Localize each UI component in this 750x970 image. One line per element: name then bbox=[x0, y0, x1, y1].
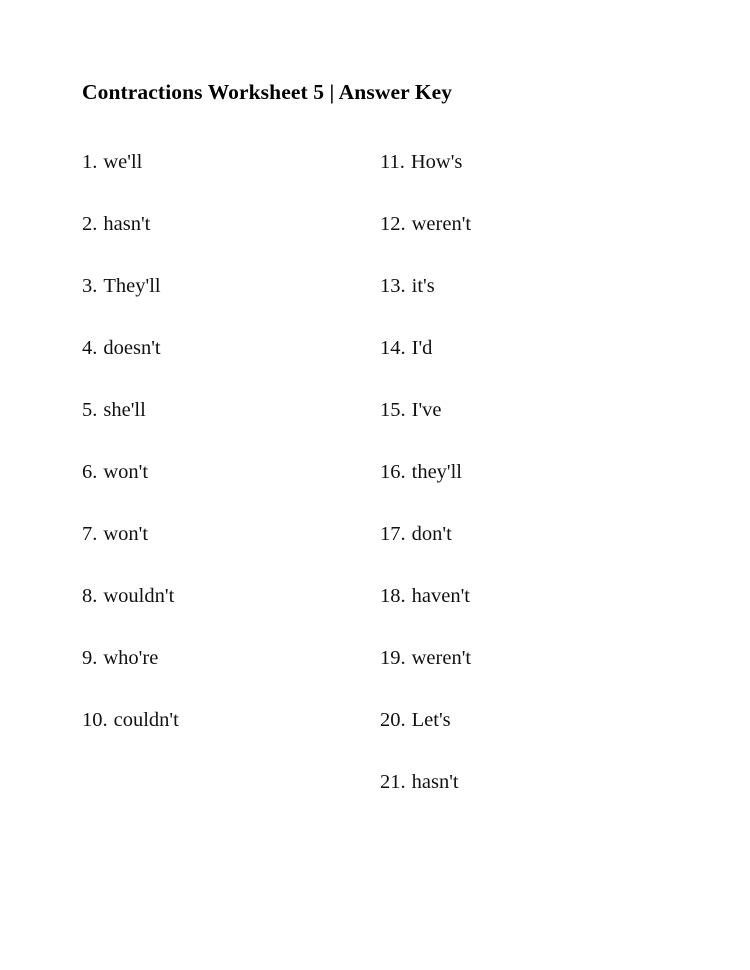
answer-item: 17. don't bbox=[380, 520, 680, 582]
page-title: Contractions Worksheet 5 | Answer Key bbox=[82, 80, 453, 104]
answer-text: hasn't bbox=[411, 771, 459, 793]
answer-number: 10. bbox=[82, 709, 108, 731]
answer-text: weren't bbox=[411, 647, 472, 669]
answer-column-right: 11. How's 12. weren't 13. it's 14. I'd 15. I've 16… bbox=[380, 148, 680, 830]
answer-text: I'd bbox=[411, 337, 433, 359]
worksheet-page: Contractions Worksheet 5 | Answer Key 1.… bbox=[0, 0, 750, 970]
answer-item: 3. They'll bbox=[82, 272, 362, 334]
answer-item: 15. I've bbox=[380, 396, 680, 458]
answer-number: 11. bbox=[380, 151, 405, 173]
answer-number: 4. bbox=[82, 337, 98, 359]
answer-item: 13. it's bbox=[380, 272, 680, 334]
answer-number: 3. bbox=[82, 275, 98, 297]
answer-text: couldn't bbox=[113, 709, 179, 731]
answer-item: 4. doesn't bbox=[82, 334, 362, 396]
answer-item: 1. we'll bbox=[82, 148, 362, 210]
answer-item: 18. haven't bbox=[380, 582, 680, 644]
answer-text: They'll bbox=[103, 275, 161, 297]
answer-text: we'll bbox=[103, 151, 143, 173]
answer-text: haven't bbox=[411, 585, 470, 607]
answer-item: 11. How's bbox=[380, 148, 680, 210]
answer-number: 7. bbox=[82, 523, 98, 545]
answer-item: 7. won't bbox=[82, 520, 362, 582]
answer-item: 5. she'll bbox=[82, 396, 362, 458]
answer-text: who're bbox=[103, 647, 159, 669]
answer-number: 1. bbox=[82, 151, 98, 173]
answer-text: wouldn't bbox=[103, 585, 175, 607]
answer-item: 20. Let's bbox=[380, 706, 680, 768]
answer-number: 2. bbox=[82, 213, 98, 235]
answer-column-left: 1. we'll 2. hasn't 3. They'll 4. doesn't 5. she'l… bbox=[82, 148, 362, 768]
answer-item: 19. weren't bbox=[380, 644, 680, 706]
answer-number: 16. bbox=[380, 461, 406, 483]
answer-text: weren't bbox=[411, 213, 472, 235]
answer-text: won't bbox=[103, 523, 149, 545]
answer-number: 21. bbox=[380, 771, 406, 793]
answer-text: don't bbox=[411, 523, 452, 545]
answer-text: they'll bbox=[411, 461, 463, 483]
answer-number: 5. bbox=[82, 399, 98, 421]
answer-number: 12. bbox=[380, 213, 406, 235]
answer-text: she'll bbox=[103, 399, 146, 421]
answer-number: 19. bbox=[380, 647, 406, 669]
answer-item: 12. weren't bbox=[380, 210, 680, 272]
answer-number: 13. bbox=[380, 275, 406, 297]
answer-item: 21. hasn't bbox=[380, 768, 680, 830]
answer-item: 16. they'll bbox=[380, 458, 680, 520]
answer-number: 17. bbox=[380, 523, 406, 545]
answer-item: 6. won't bbox=[82, 458, 362, 520]
answer-item: 9. who're bbox=[82, 644, 362, 706]
answer-number: 15. bbox=[380, 399, 406, 421]
answer-number: 6. bbox=[82, 461, 98, 483]
answer-number: 9. bbox=[82, 647, 98, 669]
answer-text: won't bbox=[103, 461, 149, 483]
answer-item: 14. I'd bbox=[380, 334, 680, 396]
answer-text: Let's bbox=[411, 709, 451, 731]
answer-text: I've bbox=[411, 399, 442, 421]
answer-text: doesn't bbox=[103, 337, 161, 359]
answer-text: it's bbox=[411, 275, 435, 297]
answer-number: 8. bbox=[82, 585, 98, 607]
answer-number: 18. bbox=[380, 585, 406, 607]
answer-text: How's bbox=[410, 151, 463, 173]
answer-text: hasn't bbox=[103, 213, 151, 235]
answer-number: 20. bbox=[380, 709, 406, 731]
answer-item: 10. couldn't bbox=[82, 706, 362, 768]
answer-number: 14. bbox=[380, 337, 406, 359]
answer-item: 8. wouldn't bbox=[82, 582, 362, 644]
answer-item: 2. hasn't bbox=[82, 210, 362, 272]
